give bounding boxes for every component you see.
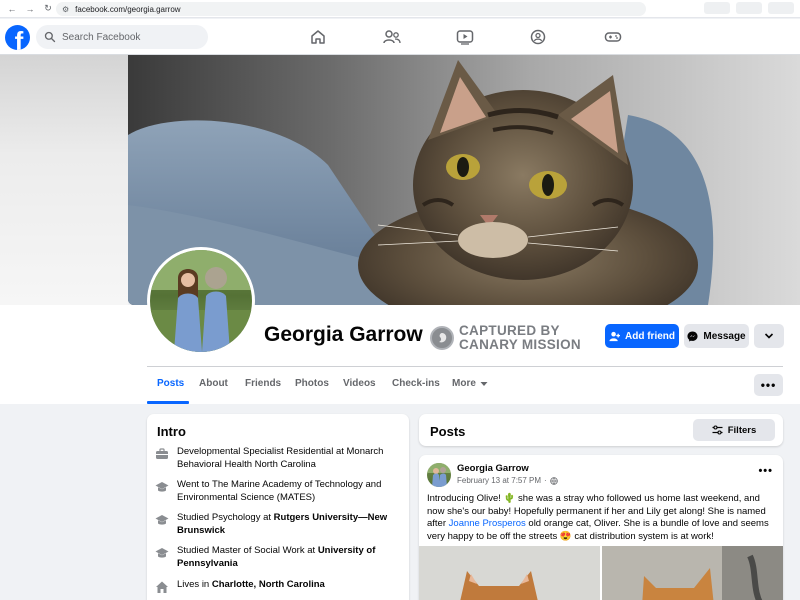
site-settings-icon[interactable]: ⚙ xyxy=(62,5,69,14)
mention-link[interactable]: Joanne Prosperos xyxy=(449,518,526,529)
intro-item-text: Studied Psychology at Rutgers University… xyxy=(177,512,395,537)
top-navbar: f xyxy=(0,19,800,55)
chevron-down-icon xyxy=(764,333,774,339)
post-options-icon[interactable]: ••• xyxy=(758,465,773,477)
intro-title: Intro xyxy=(157,424,186,439)
browser-toolbar: ← → ↻ ⚙ facebook.com/georgia.garrow xyxy=(0,0,800,18)
intro-item-education: Studied Psychology at Rutgers University… xyxy=(155,512,395,537)
profile-name: Georgia Garrow xyxy=(264,323,423,346)
friends-icon[interactable] xyxy=(382,27,402,47)
post-photo[interactable] xyxy=(602,546,783,600)
intro-item-prefix: Studied Psychology at xyxy=(177,512,274,523)
caret-down-icon xyxy=(480,381,488,386)
tab-posts[interactable]: Posts xyxy=(157,378,184,389)
intro-item-prefix: Studied Master of Social Work at xyxy=(177,545,318,556)
canary-logo-icon xyxy=(430,326,454,350)
globe-icon xyxy=(549,476,558,485)
add-friend-label: Add friend xyxy=(625,330,675,342)
tabs-divider xyxy=(147,366,783,367)
more-options-button[interactable]: ••• xyxy=(754,374,783,396)
url-text: facebook.com/georgia.garrow xyxy=(75,4,181,14)
home-icon[interactable] xyxy=(308,27,328,47)
search-input[interactable] xyxy=(62,31,202,43)
posts-title: Posts xyxy=(430,424,466,439)
post-author-name[interactable]: Georgia Garrow xyxy=(457,463,529,474)
add-friend-icon xyxy=(609,331,620,342)
education-icon xyxy=(155,548,169,558)
post-timestamp[interactable]: February 13 at 7:57 PM xyxy=(457,476,541,485)
tab-check-ins[interactable]: Check-ins xyxy=(392,378,440,389)
tab-videos[interactable]: Videos xyxy=(343,378,376,389)
extension-icon[interactable] xyxy=(768,2,794,14)
tab-more[interactable]: More xyxy=(452,378,488,389)
filters-button[interactable]: Filters xyxy=(693,419,775,441)
tab-friends[interactable]: Friends xyxy=(245,378,281,389)
cover-photo-backdrop xyxy=(0,55,128,305)
profile-header xyxy=(0,305,800,404)
intro-item-text: Went to The Marine Academy of Technology… xyxy=(177,479,382,503)
intro-item-text: Developmental Specialist Residential at … xyxy=(177,446,384,470)
intro-item-text: Lives in Charlotte, North Carolina xyxy=(177,579,325,592)
intro-item-prefix: Lives in xyxy=(177,579,212,590)
post-meta: February 13 at 7:57 PM · xyxy=(457,476,558,485)
back-icon[interactable]: ← xyxy=(6,3,18,15)
post-card: Georgia Garrow February 13 at 7:57 PM · … xyxy=(419,455,783,600)
education-icon xyxy=(155,515,169,525)
profile-picture[interactable] xyxy=(147,247,255,355)
gaming-icon[interactable] xyxy=(603,27,623,47)
facebook-logo-icon[interactable]: f xyxy=(5,25,30,50)
tab-more-label: More xyxy=(452,378,476,389)
profile-options-button[interactable] xyxy=(754,324,784,348)
watermark-stamp: CAPTURED BY CANARY MISSION xyxy=(430,324,581,352)
message-label: Message xyxy=(703,330,746,342)
video-icon[interactable] xyxy=(455,27,475,47)
extension-icon[interactable] xyxy=(736,2,762,14)
profile-photo xyxy=(150,250,252,352)
extension-icon[interactable] xyxy=(704,2,730,14)
post-separator: · xyxy=(544,476,547,485)
intro-card: Intro Developmental Specialist Residenti… xyxy=(147,414,409,600)
more-dots-icon: ••• xyxy=(760,378,777,392)
filters-icon xyxy=(712,425,723,435)
home-icon xyxy=(156,581,168,593)
intro-item-education: Studied Master of Social Work at Univers… xyxy=(155,545,395,570)
reload-icon[interactable]: ↻ xyxy=(42,3,54,15)
forward-icon[interactable]: → xyxy=(24,3,36,15)
search-icon xyxy=(44,31,56,43)
intro-item-education: Went to The Marine Academy of Technology… xyxy=(155,479,395,504)
intro-item-link[interactable]: Charlotte, North Carolina xyxy=(212,579,325,590)
filters-label: Filters xyxy=(727,424,757,436)
search-box[interactable] xyxy=(36,25,208,49)
intro-item-text: Studied Master of Social Work at Univers… xyxy=(177,545,395,570)
address-bar[interactable]: ⚙ facebook.com/georgia.garrow xyxy=(56,2,646,16)
post-photo[interactable] xyxy=(419,546,600,600)
intro-item-work: Developmental Specialist Residential at … xyxy=(155,446,395,471)
browser-extensions xyxy=(650,2,800,16)
tab-about[interactable]: About xyxy=(199,378,228,389)
add-friend-button[interactable]: Add friend xyxy=(605,324,679,348)
work-icon xyxy=(156,448,168,459)
groups-icon[interactable] xyxy=(528,27,548,47)
active-tab-indicator xyxy=(147,401,189,404)
post-author-avatar[interactable] xyxy=(427,463,451,487)
watermark-line-1: CAPTURED BY xyxy=(459,323,560,338)
education-icon xyxy=(155,482,169,492)
posts-header-card: Posts Filters xyxy=(419,414,783,446)
messenger-icon xyxy=(687,330,698,342)
intro-item-residence: Lives in Charlotte, North Carolina xyxy=(155,579,395,594)
post-text: Introducing Olive! 🌵 she was a stray who… xyxy=(427,493,779,543)
message-button[interactable]: Message xyxy=(684,324,749,348)
watermark-line-2: CANARY MISSION xyxy=(459,337,581,352)
tab-photos[interactable]: Photos xyxy=(295,378,329,389)
